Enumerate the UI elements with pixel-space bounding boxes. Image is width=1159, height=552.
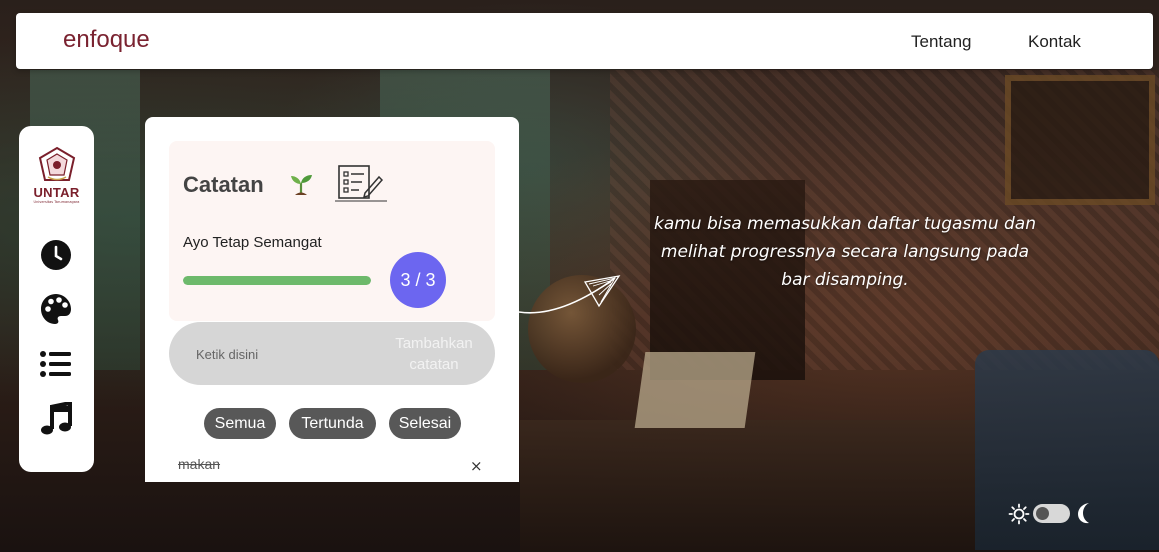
palette-icon[interactable] [39, 292, 73, 326]
delete-todo-button[interactable]: × [470, 457, 483, 475]
todo-item-text[interactable]: makan [178, 456, 220, 472]
clock-icon[interactable] [39, 238, 73, 272]
todo-card: Catatan Ayo Tetap Semangat 3 / 3 Tambahk… [145, 117, 519, 482]
todo-input-container: Tambahkan catatan [169, 322, 495, 385]
filter-done-button[interactable]: Selesai [389, 408, 461, 439]
nav-link-kontak[interactable]: Kontak [1028, 32, 1081, 52]
theme-switch-knob [1036, 507, 1049, 520]
top-navbar: enfoque Tentang Kontak [16, 13, 1153, 69]
brand-logo[interactable]: enfoque [63, 26, 150, 54]
progress-counter: 3 / 3 [390, 252, 446, 308]
untar-crest-icon [38, 146, 75, 181]
hint-text: kamu bisa memasukkan daftar tugasmu dan … [640, 210, 1050, 294]
moon-icon[interactable] [1074, 501, 1096, 525]
untar-logo: UNTAR Universitas Tarumanagara [29, 146, 84, 204]
theme-switch[interactable] [1033, 504, 1070, 523]
todo-input[interactable] [196, 344, 366, 364]
sidebar: UNTAR Universitas Tarumanagara [19, 126, 94, 472]
todo-subtitle: Ayo Tetap Semangat [183, 234, 322, 251]
todo-title: Catatan [183, 172, 264, 197]
filter-pending-button[interactable]: Tertunda [289, 408, 376, 439]
nav-link-tentang[interactable]: Tentang [911, 32, 972, 52]
theme-toggle [1008, 500, 1096, 528]
filter-all-button[interactable]: Semua [204, 408, 276, 439]
list-icon[interactable] [39, 347, 73, 381]
hint-line-2: melihat progressnya secara langsung pada [660, 242, 1030, 262]
hand-drawn-arrow-icon [518, 275, 621, 314]
todo-list-item[interactable]: makan × [178, 456, 488, 476]
sprout-icon [291, 175, 312, 195]
add-todo-button[interactable]: Tambahkan catatan [379, 332, 489, 376]
logo-subtext: Universitas Tarumanagara [33, 200, 80, 204]
music-icon[interactable] [39, 400, 73, 436]
todo-header-panel: Catatan Ayo Tetap Semangat 3 / 3 [169, 141, 495, 321]
hint-line-3: bar disamping. [781, 270, 909, 290]
progress-bar-fill [183, 276, 371, 285]
checklist-icon [335, 165, 387, 202]
background-book [634, 352, 756, 428]
hint-line-1: kamu bisa memasukkan daftar tugasmu dan [653, 214, 1036, 234]
progress-bar [183, 276, 371, 285]
logo-text: UNTAR [33, 185, 80, 200]
background-desk [520, 420, 980, 552]
sun-icon[interactable] [1008, 503, 1030, 525]
background-painting [1005, 75, 1155, 205]
